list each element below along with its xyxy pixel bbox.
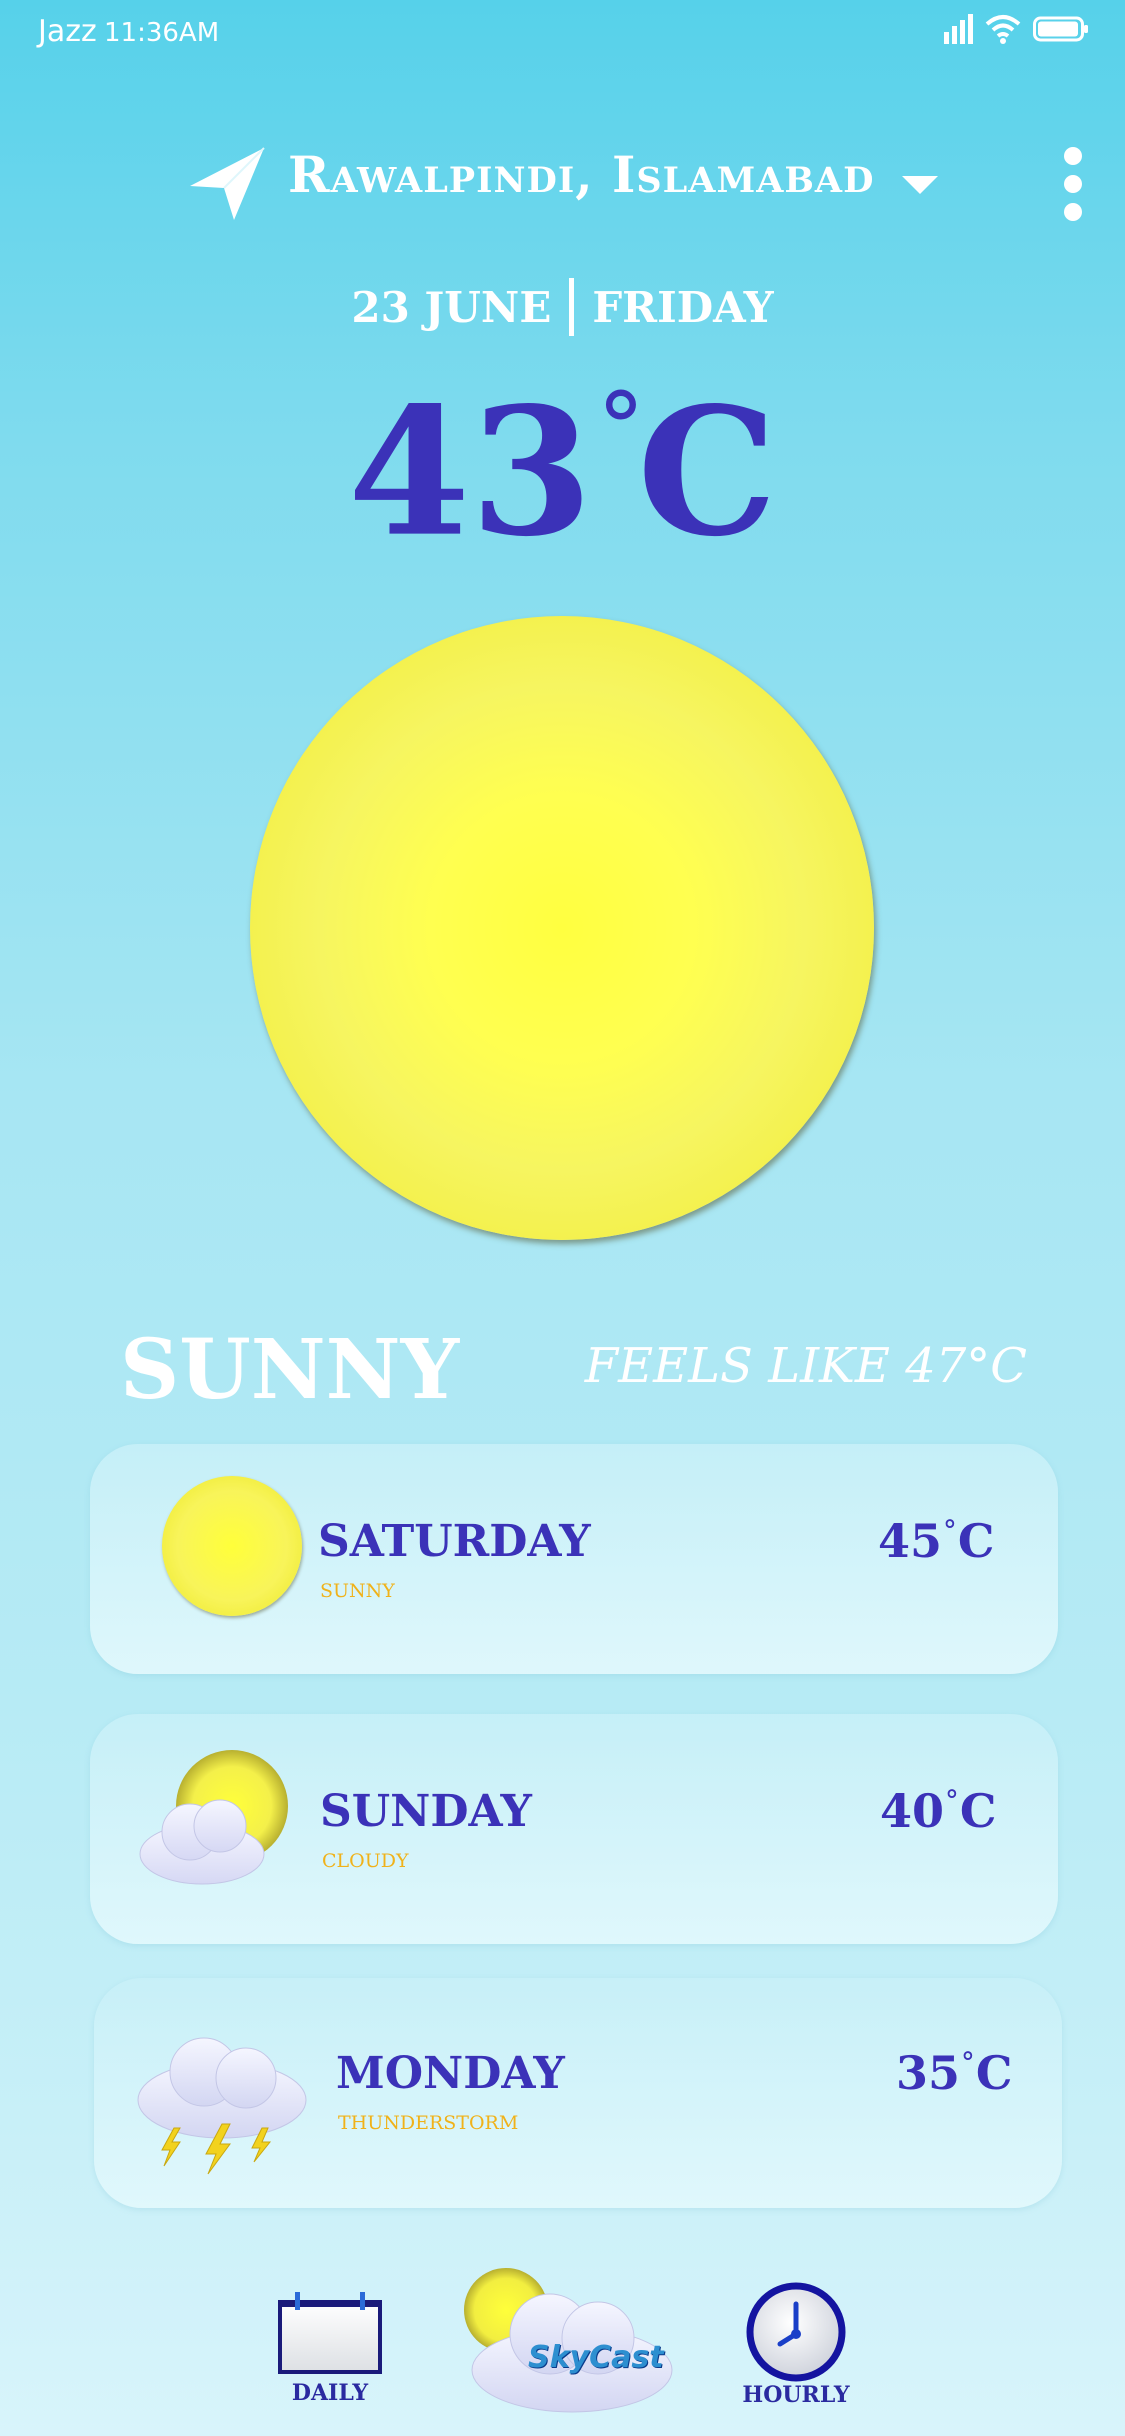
current-temperature: 43°C — [0, 379, 1125, 561]
location-name[interactable]: Rawalpindi, Islamabad — [288, 145, 874, 204]
forecast-temp: 40°C — [880, 1784, 996, 1838]
forecast-temp-unit: C — [975, 2046, 1013, 2100]
degree-symbol: ° — [966, 1338, 991, 1394]
forecast-temp: 35°C — [896, 2046, 1012, 2100]
forecast-temp: 45°C — [878, 1514, 994, 1568]
forecast-temp-unit: C — [957, 1514, 995, 1568]
date-divider — [569, 278, 575, 336]
forecast-card-sunday[interactable]: SUNDAY CLOUDY 40°C — [90, 1714, 1058, 1944]
partly-cloudy-icon — [139, 1750, 288, 1885]
chevron-down-icon[interactable] — [902, 174, 938, 196]
app-logo-text: SkyCast — [528, 2340, 664, 2375]
calendar-icon — [278, 2292, 382, 2374]
current-temp-value: 43 — [347, 368, 593, 576]
degree-symbol: ° — [945, 1784, 959, 1818]
forecast-day: SUNDAY — [320, 1786, 532, 1837]
forecast-temp-value: 45 — [878, 1514, 943, 1568]
forecast-card-saturday[interactable]: SATURDAY SUNNY 45°C — [90, 1444, 1058, 1674]
nav-daily-label: DAILY — [291, 2380, 369, 2406]
more-options-icon[interactable] — [1060, 144, 1086, 224]
nav-hourly-label: HOURLY — [742, 2382, 850, 2408]
feels-like-text: FEELS LIKE 47 — [584, 1338, 967, 1394]
forecast-card-monday[interactable]: MONDAY THUNDERSTORM 35°C — [94, 1978, 1062, 2208]
forecast-temp-value: 40 — [880, 1784, 945, 1838]
feels-like: FEELS LIKE 47°C — [585, 1338, 1027, 1394]
status-time: 11:36AM — [104, 18, 220, 48]
forecast-day: SATURDAY — [318, 1516, 591, 1567]
nav-daily[interactable]: DAILY — [270, 2282, 390, 2422]
signal-icon — [944, 14, 973, 44]
date-display: 23 JUNE FRIDAY — [0, 278, 1125, 336]
wifi-icon — [985, 15, 1021, 44]
status-icons — [943, 14, 1089, 44]
sun-illustration — [250, 616, 874, 1240]
forecast-condition: CLOUDY — [322, 1850, 409, 1872]
degree-symbol: ° — [961, 2046, 975, 2080]
forecast-condition: THUNDERSTORM — [338, 2112, 519, 2134]
sun-icon — [162, 1476, 302, 1616]
nav-hourly[interactable]: HOURLY — [736, 2280, 856, 2422]
date-label: 23 JUNE — [351, 282, 552, 332]
battery-icon — [1033, 16, 1088, 42]
forecast-temp-value: 35 — [896, 2046, 961, 2100]
forecast-condition: SUNNY — [320, 1580, 395, 1602]
carrier-label: Jazz — [38, 14, 97, 49]
clock-icon — [746, 2282, 846, 2382]
app-logo[interactable]: SkyCast — [460, 2262, 674, 2418]
degree-symbol: ° — [943, 1514, 957, 1548]
thunderstorm-icon — [137, 2037, 307, 2175]
forecast-temp-unit: C — [959, 1784, 997, 1838]
current-condition: SUNNY — [120, 1322, 460, 1418]
feels-like-unit: C — [990, 1338, 1027, 1394]
current-temp-unit: C — [637, 368, 778, 576]
weekday-label: FRIDAY — [592, 282, 774, 332]
forecast-day: MONDAY — [336, 2048, 565, 2099]
location-arrow-icon[interactable] — [186, 144, 266, 224]
